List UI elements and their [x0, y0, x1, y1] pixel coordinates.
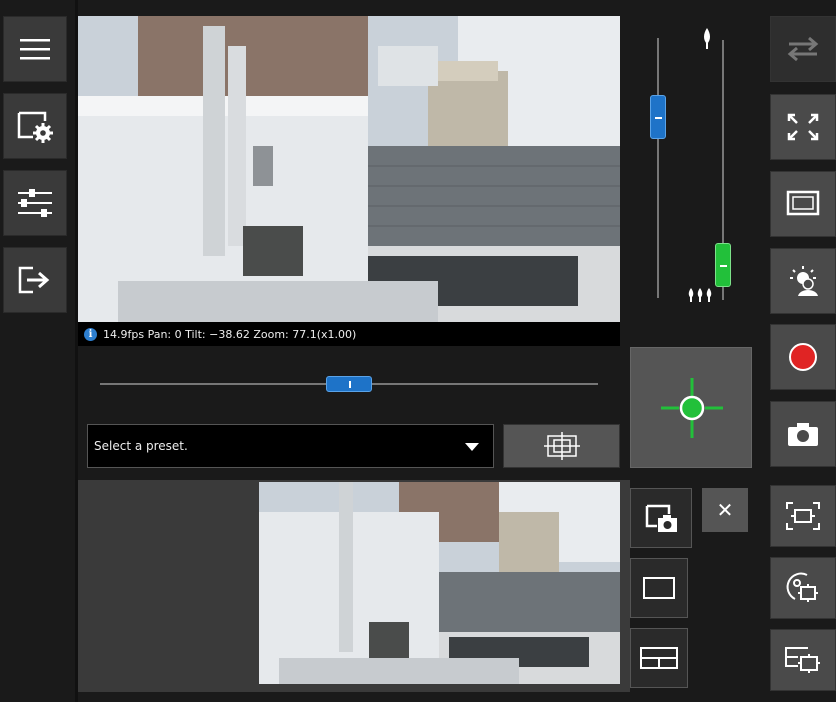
- sub-snapshot-button[interactable]: [630, 488, 692, 548]
- screen-settings-button[interactable]: [3, 93, 67, 159]
- close-sub-view-button[interactable]: ✕: [702, 488, 748, 532]
- fullscreen-button[interactable]: [770, 94, 836, 160]
- record-button[interactable]: [770, 324, 836, 390]
- record-icon: [789, 343, 817, 371]
- focus-far-icon: [688, 288, 712, 302]
- backlight-button[interactable]: [770, 248, 836, 314]
- preset-grid-button[interactable]: [503, 424, 620, 468]
- snapshot-button[interactable]: [770, 401, 836, 467]
- auto-tracking-button[interactable]: [770, 557, 836, 619]
- status-text: 14.9fps Pan: 0 Tilt: −38.62 Zoom: 77.1(x…: [103, 327, 357, 341]
- single-frame-icon: [643, 577, 675, 599]
- sub-camera-image: [259, 482, 620, 684]
- status-bar: i 14.9fps Pan: 0 Tilt: −38.62 Zoom: 77.1…: [78, 322, 620, 346]
- image-adjust-button[interactable]: [3, 170, 67, 236]
- menu-button[interactable]: [3, 16, 67, 82]
- multi-view-button[interactable]: [770, 629, 836, 691]
- hamburger-icon: [20, 39, 50, 60]
- zoom-slider-knob[interactable]: [650, 95, 666, 140]
- zoom-slider-track[interactable]: [657, 38, 659, 298]
- preset-select-label: Select a preset.: [94, 439, 188, 453]
- backlight-icon: [790, 266, 818, 296]
- swap-view-button[interactable]: [770, 16, 836, 82]
- tracking-icon: [786, 572, 818, 602]
- area-select-button[interactable]: [770, 485, 836, 547]
- logout-button[interactable]: [3, 247, 67, 313]
- single-view-button[interactable]: [630, 558, 688, 618]
- split-view-button[interactable]: [630, 628, 688, 688]
- live-camera-view[interactable]: [78, 16, 620, 322]
- screen-settings-icon: [17, 111, 53, 143]
- crosshair-icon: [661, 378, 723, 438]
- close-icon: ✕: [716, 498, 734, 522]
- focus-near-icon: [704, 28, 710, 49]
- display-mode-button[interactable]: [770, 171, 836, 237]
- preset-grid-icon: [543, 432, 580, 460]
- focus-slider-knob[interactable]: [715, 243, 731, 287]
- preset-select[interactable]: Select a preset.: [87, 424, 494, 468]
- exit-icon: [18, 266, 50, 294]
- camera-icon: [788, 423, 818, 446]
- snapshot-frame-icon: [645, 504, 677, 532]
- sliders-icon: [18, 189, 52, 217]
- info-icon: i: [84, 327, 97, 341]
- swap-arrows-icon: [787, 36, 819, 62]
- sub-camera-view[interactable]: [259, 482, 620, 684]
- expand-icon: [787, 113, 819, 141]
- split-frame-icon: [640, 647, 678, 669]
- monitor-icon: [786, 190, 820, 216]
- ptz-home-button[interactable]: [630, 347, 752, 468]
- camera-image: [78, 16, 620, 322]
- pan-slider-knob[interactable]: [326, 376, 372, 392]
- multi-view-icon: [785, 647, 820, 673]
- chevron-down-icon: [465, 443, 479, 451]
- area-select-icon: [786, 502, 820, 530]
